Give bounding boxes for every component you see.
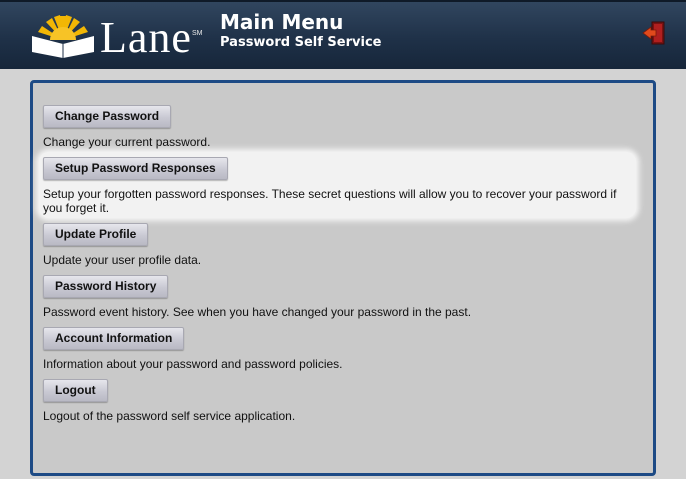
menu-item-update-profile: Update Profile Update your user profile … [43, 223, 635, 267]
lane-logo: Lane SM [30, 12, 210, 62]
update-profile-description: Update your user profile data. [43, 253, 202, 267]
update-profile-button[interactable]: Update Profile [43, 223, 149, 246]
setup-password-responses-description: Setup your forgotten password responses.… [43, 187, 617, 215]
setup-password-responses-button[interactable]: Setup Password Responses [43, 157, 228, 180]
page-title: Main Menu [220, 10, 344, 34]
logout-button[interactable]: Logout [43, 379, 108, 402]
menu-item-logout: Logout Logout of the password self servi… [43, 379, 635, 423]
menu-item-password-history: Password History Password event history.… [43, 275, 635, 319]
change-password-button[interactable]: Change Password [43, 105, 172, 128]
menu-item-setup-password-responses: Setup Password Responses Setup your forg… [43, 157, 635, 215]
logo-wordmark: Lane [100, 13, 192, 62]
header-bar: Lane SM Main Menu Password Self Service [0, 0, 686, 69]
account-information-description: Information about your password and pass… [43, 357, 343, 371]
password-history-button[interactable]: Password History [43, 275, 169, 298]
title-block: Main Menu Password Self Service [220, 10, 381, 52]
menu-item-change-password: Change Password Change your current pass… [43, 105, 635, 149]
main-menu-panel: Change Password Change your current pass… [30, 80, 656, 476]
exit-door-icon [642, 21, 665, 45]
password-history-description: Password event history. See when you hav… [43, 305, 472, 319]
book-sun-logo-icon [32, 15, 94, 58]
page-subtitle: Password Self Service [220, 35, 382, 50]
menu-item-account-information: Account Information Information about yo… [43, 327, 635, 371]
logout-description: Logout of the password self service appl… [43, 409, 296, 423]
exit-button[interactable] [641, 20, 667, 46]
account-information-button[interactable]: Account Information [43, 327, 185, 350]
service-mark: SM [192, 30, 203, 37]
change-password-description: Change your current password. [43, 135, 211, 149]
